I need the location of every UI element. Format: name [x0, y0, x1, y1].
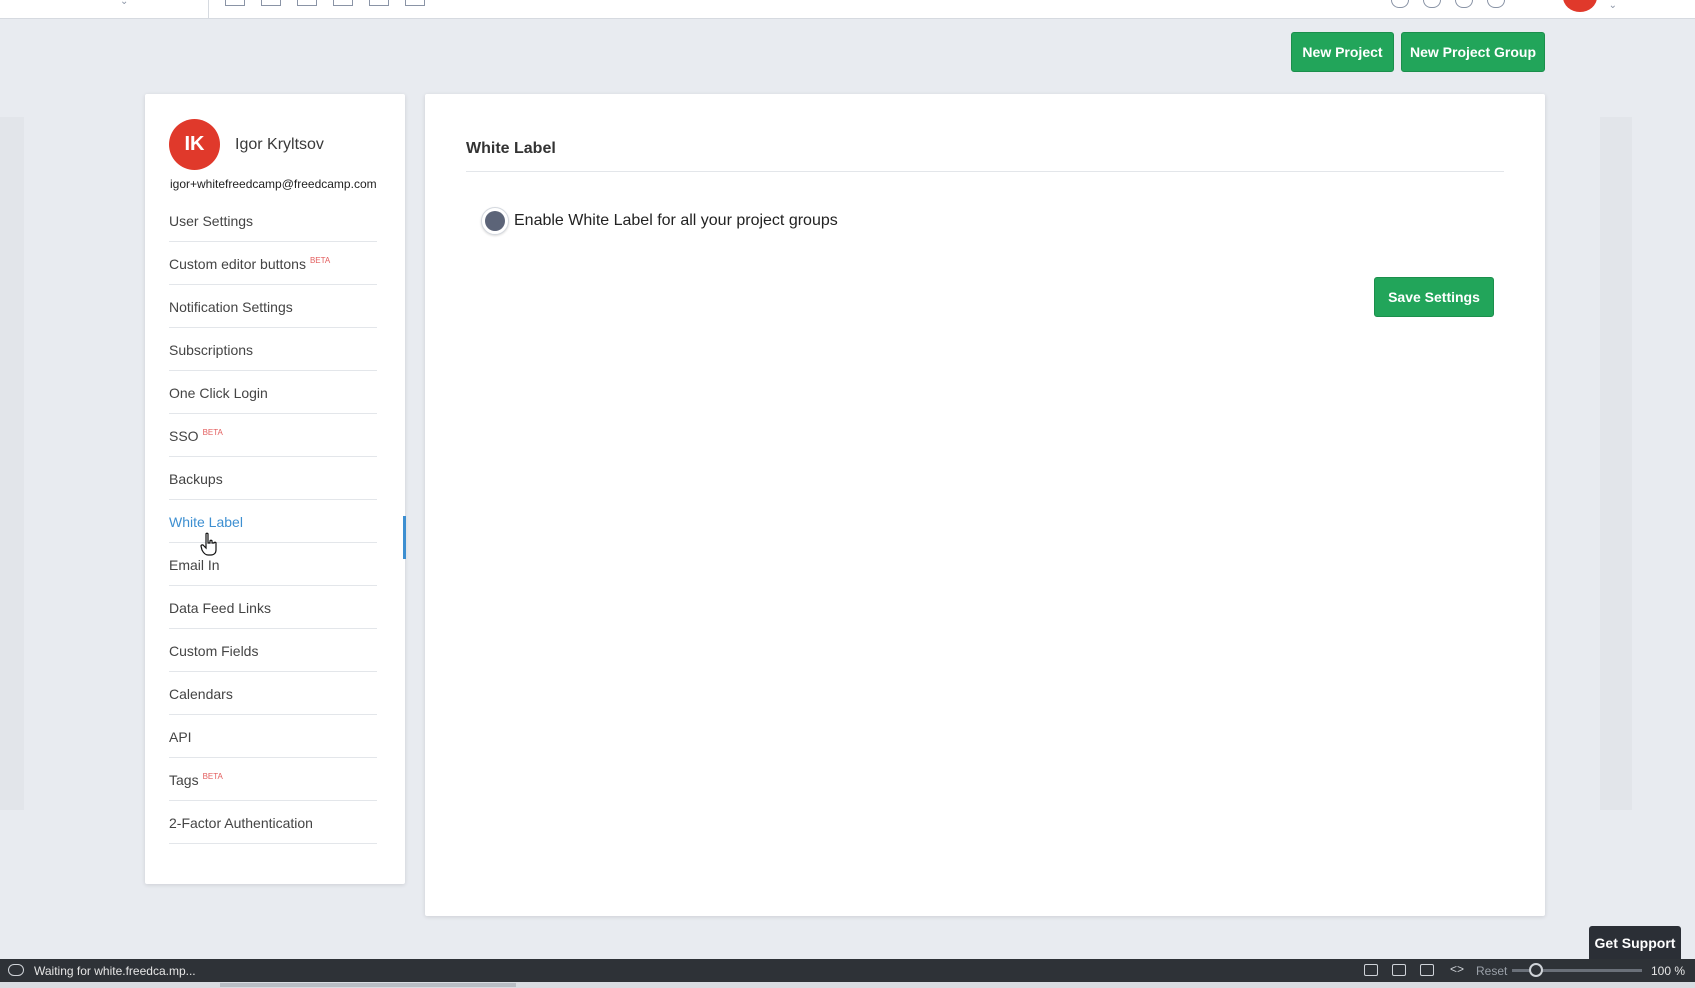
- title-divider: [466, 171, 1504, 172]
- view-board-icon[interactable]: [369, 0, 389, 6]
- navbar-tools: [1391, 0, 1505, 8]
- active-item-indicator: [403, 516, 406, 559]
- beta-badge: BETA: [202, 427, 223, 437]
- sidebar-item-data-feed-links[interactable]: Data Feed Links: [169, 586, 377, 629]
- chevron-down-icon[interactable]: ⌄: [120, 0, 128, 7]
- sidebar-item-subscriptions[interactable]: Subscriptions: [169, 328, 377, 371]
- sidebar-item-sso[interactable]: SSO BETA: [169, 414, 377, 457]
- image-icon[interactable]: [1420, 964, 1434, 976]
- page-gutter-right: [1600, 117, 1632, 810]
- zoom-level: 100 %: [1651, 964, 1686, 978]
- navbar-divider: [208, 0, 209, 19]
- view-single-icon[interactable]: [225, 0, 245, 6]
- sidebar-item-2-factor-authentication[interactable]: 2-Factor Authentication: [169, 801, 377, 844]
- page-title: White Label: [466, 140, 556, 157]
- status-text: Waiting for white.freedca.mp...: [34, 964, 196, 978]
- navbar-avatar[interactable]: [1563, 0, 1597, 12]
- window-icon[interactable]: [1392, 964, 1406, 976]
- new-project-group-button[interactable]: New Project Group: [1401, 32, 1545, 72]
- profile-email: igor+whitefreedcamp@freedcamp.com: [170, 177, 377, 191]
- save-settings-button[interactable]: Save Settings: [1374, 277, 1494, 317]
- view-double-icon[interactable]: [261, 0, 281, 6]
- view-list-icon[interactable]: [297, 0, 317, 6]
- page-gutter-left: [0, 117, 24, 810]
- sidebar-item-notification-settings[interactable]: Notification Settings: [169, 285, 377, 328]
- new-project-button[interactable]: New Project: [1291, 32, 1394, 72]
- sidebar-item-api[interactable]: API: [169, 715, 377, 758]
- view-grid-icon[interactable]: [333, 0, 353, 6]
- view-columns-icon[interactable]: [405, 0, 425, 6]
- avatar: IK: [169, 119, 220, 170]
- scrollbar-thumb[interactable]: [220, 983, 516, 987]
- get-support-button[interactable]: Get Support: [1589, 926, 1681, 959]
- settings-sidebar: IK Igor Kryltsov igor+whitefreedcamp@fre…: [145, 94, 406, 884]
- cloud-icon: [8, 964, 24, 976]
- chevron-down-icon[interactable]: ⌄: [1609, 0, 1617, 11]
- zoom-slider-thumb[interactable]: [1529, 963, 1543, 977]
- notifications-icon[interactable]: [1487, 0, 1505, 8]
- sidebar-item-one-click-login[interactable]: One Click Login: [169, 371, 377, 414]
- hand-cursor-icon: [200, 532, 217, 556]
- view-switcher: [225, 0, 425, 6]
- camera-icon[interactable]: [1364, 964, 1378, 976]
- white-label-panel: White Label Enable White Label for all y…: [425, 94, 1545, 916]
- settings-nav: User Settings Custom editor buttons BETA …: [169, 199, 377, 844]
- sidebar-item-calendars[interactable]: Calendars: [169, 672, 377, 715]
- beta-badge: BETA: [202, 771, 223, 781]
- toggle-knob: [485, 211, 505, 231]
- top-navbar: ⌄ ⌄: [0, 0, 1695, 19]
- sidebar-item-backups[interactable]: Backups: [169, 457, 377, 500]
- white-label-toggle-label[interactable]: Enable White Label for all your project …: [514, 212, 838, 230]
- sidebar-item-custom-editor-buttons[interactable]: Custom editor buttons BETA: [169, 242, 377, 285]
- browser-status-bar: Waiting for white.freedca.mp... <> Reset…: [0, 959, 1695, 982]
- search-icon[interactable]: [1391, 0, 1409, 8]
- sidebar-item-tags[interactable]: Tags BETA: [169, 758, 377, 801]
- white-label-toggle[interactable]: [481, 207, 509, 235]
- zoom-reset-button[interactable]: Reset: [1476, 964, 1507, 978]
- profile-name: Igor Kryltsov: [235, 136, 324, 153]
- sidebar-item-user-settings[interactable]: User Settings: [169, 199, 377, 242]
- bookmark-icon[interactable]: [1455, 0, 1473, 8]
- code-icon[interactable]: <>: [1450, 962, 1464, 976]
- horizontal-scrollbar[interactable]: [0, 982, 1695, 988]
- help-icon[interactable]: [1423, 0, 1441, 8]
- beta-badge: BETA: [309, 255, 331, 265]
- sidebar-item-custom-fields[interactable]: Custom Fields: [169, 629, 377, 672]
